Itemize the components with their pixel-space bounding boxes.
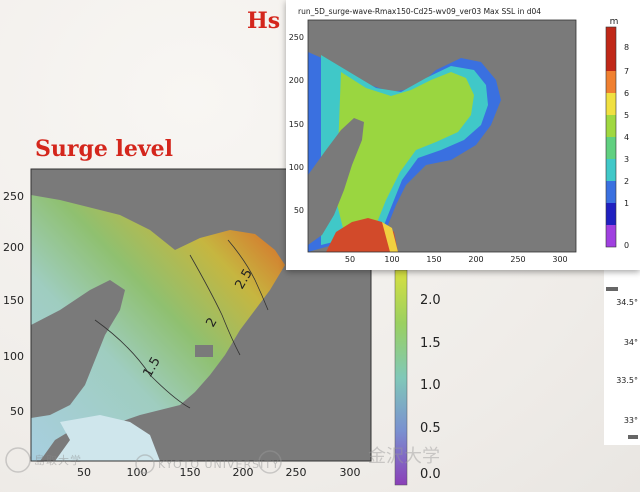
hs-cb-tick-3: 3 <box>624 155 629 164</box>
hs-xtick-300: 300 <box>552 255 567 264</box>
surge-ytick-250: 250 <box>3 190 24 203</box>
hs-cb-tick-1: 1 <box>624 199 629 208</box>
surge-ytick-100: 100 <box>3 350 24 363</box>
hs-ytick-50: 50 <box>294 206 304 215</box>
side-tick-34-5: 34.5° <box>616 298 638 307</box>
hs-cb-tick-7: 7 <box>624 67 629 76</box>
side-strip-marker-top <box>606 287 618 291</box>
surge-ytick-150: 150 <box>3 294 24 307</box>
hs-colorbar-ticks: 8 7 6 5 4 3 2 1 0 <box>624 43 629 250</box>
hs-ytick-100: 100 <box>289 163 304 172</box>
logo2-emblem-icon <box>135 454 155 474</box>
hs-cb-seg-4 <box>606 137 616 159</box>
hs-cb-seg-1 <box>606 203 616 225</box>
hs-cb-seg-2 <box>606 181 616 203</box>
hs-cb-tick-2: 2 <box>624 177 629 186</box>
surge-land-island <box>195 345 213 357</box>
surge-cb-tick-0-5: 0.5 <box>420 421 441 436</box>
surge-level-title: Surge level <box>35 136 174 162</box>
hs-xtick-150: 150 <box>426 255 441 264</box>
surge-y-ticks: 250 200 150 100 50 <box>3 190 24 418</box>
surge-cb-tick-1-5: 1.5 <box>420 336 441 351</box>
hs-cb-seg-7 <box>606 71 616 93</box>
hs-inset-card: run_5D_surge-wave-Rmax150-Cd25-wv09_ver0… <box>286 0 640 270</box>
hs-colorbar-unit: m <box>610 17 619 27</box>
surge-ytick-50: 50 <box>10 405 24 418</box>
hs-ytick-250: 250 <box>289 33 304 42</box>
hs-x-ticks: 50 100 150 200 250 300 <box>345 255 568 264</box>
side-tick-34: 34° <box>624 338 638 347</box>
hs-title: Hs <box>247 8 281 34</box>
hs-ytick-150: 150 <box>289 120 304 129</box>
university-logos: 島取大学 KYOTO UNIVERSITY 金沢大学 <box>5 446 440 474</box>
logo3-text: 金沢大学 <box>368 446 440 467</box>
hs-xtick-50: 50 <box>345 255 355 264</box>
side-strip-marker-bottom <box>628 435 638 439</box>
hs-cb-tick-4: 4 <box>624 133 629 142</box>
hs-cb-seg-6 <box>606 93 616 115</box>
logo1-text: 島取大学 <box>34 453 82 467</box>
hs-cb-seg-3 <box>606 159 616 181</box>
side-map-strip: 34.5° 34° 33.5° 33° <box>604 265 640 445</box>
side-tick-33: 33° <box>624 416 638 425</box>
side-tick-33-5: 33.5° <box>616 376 638 385</box>
surge-cb-tick-1-0: 1.0 <box>420 378 441 393</box>
hs-chart-title: run_5D_surge-wave-Rmax150-Cd25-wv09_ver0… <box>298 7 541 16</box>
hs-cb-tick-5: 5 <box>624 111 629 120</box>
hs-xtick-250: 250 <box>510 255 525 264</box>
hs-cb-seg-0 <box>606 225 616 247</box>
hs-cb-tick-6: 6 <box>624 89 629 98</box>
hs-xtick-100: 100 <box>384 255 399 264</box>
surge-ytick-200: 200 <box>3 241 24 254</box>
hs-xtick-200: 200 <box>468 255 483 264</box>
hs-colorbar <box>605 26 617 248</box>
hs-cb-tick-0: 0 <box>624 241 629 250</box>
hs-ytick-200: 200 <box>289 76 304 85</box>
surge-cb-tick-2-0: 2.0 <box>420 293 441 308</box>
hs-cb-tick-8: 8 <box>624 43 629 52</box>
hs-y-ticks: 250 200 150 100 50 <box>289 33 304 215</box>
hs-cb-seg-8 <box>606 27 616 71</box>
logo1-emblem-icon <box>5 447 31 473</box>
hs-cb-seg-5 <box>606 115 616 137</box>
hs-chart: run_5D_surge-wave-Rmax150-Cd25-wv09_ver0… <box>289 7 629 264</box>
